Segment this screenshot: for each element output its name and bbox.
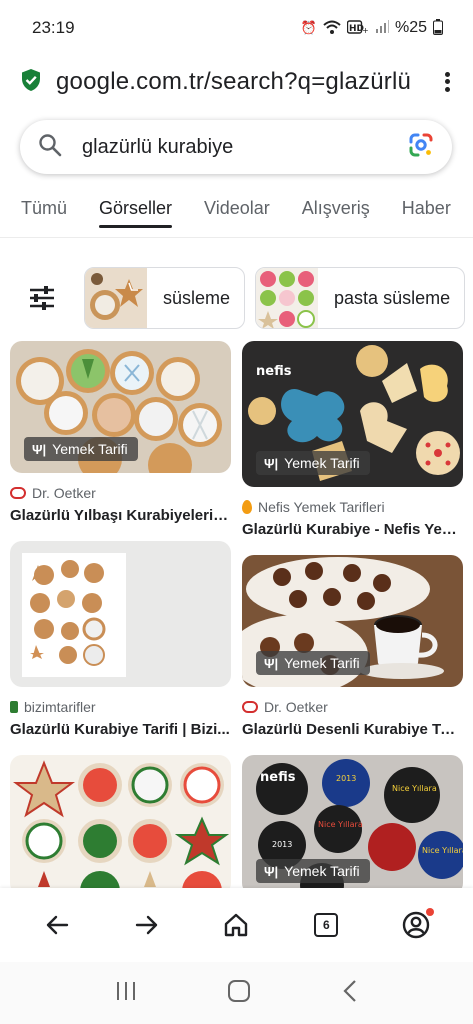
result-image[interactable]: Ψ| Yemek Tarifi	[242, 555, 463, 687]
source-name: Dr. Oetker	[32, 485, 96, 501]
nefis-watermark: nefis	[260, 770, 296, 785]
fork-knife-icon: Ψ|	[32, 441, 47, 457]
source-name: Nefis Yemek Tarifleri	[258, 499, 385, 515]
chip-label: pasta süsleme	[334, 287, 451, 308]
tab-images[interactable]: Görseller	[99, 186, 173, 237]
dr-oetker-logo-icon	[10, 487, 26, 499]
cookie-text: Nice Yıllara	[318, 820, 363, 829]
back-arrow-icon[interactable]	[33, 901, 81, 949]
search-query[interactable]: glazürlü kurabiye	[82, 136, 408, 159]
badge-label: Yemek Tarifi	[284, 455, 360, 471]
fork-knife-icon: Ψ|	[264, 655, 279, 671]
cookie-text: 2013	[272, 840, 292, 849]
tab-all[interactable]: Tümü	[21, 186, 67, 237]
result-card[interactable]: Ψ| Yemek Tarifi Dr. Oetker Glazürlü Yılb…	[10, 341, 231, 524]
recent-apps-icon[interactable]	[115, 981, 137, 1006]
source-name: Dr. Oetker	[264, 699, 328, 715]
chip-label: süsleme	[163, 287, 231, 308]
badge-label: Yemek Tarifi	[52, 441, 128, 457]
result-card[interactable]: nefis Nice Yıllara Nice Yıllara Nice Yıl…	[242, 755, 463, 895]
alarm-icon: ⏰	[300, 20, 317, 35]
result-title[interactable]: Glazürlü Kurabiye Tarifi | Bizi...	[10, 721, 231, 738]
result-source: Dr. Oetker	[242, 699, 463, 715]
signal-icon	[375, 19, 389, 37]
browser-bottom-toolbar: 6	[0, 888, 473, 962]
status-bar: 23:19 ⏰ HD+2 %25	[0, 0, 473, 56]
result-card[interactable]: Ψ| Yemek Tarifi Dr. Oetker Glazürlü Dese…	[242, 555, 463, 738]
result-card[interactable]	[10, 755, 231, 895]
cookie-text: Nice Yıllara	[392, 784, 437, 793]
account-icon[interactable]	[392, 901, 440, 949]
result-title[interactable]: Glazürlü Kurabiye - Nefis Yem...	[242, 521, 463, 538]
source-name: bizimtarifler	[24, 699, 96, 715]
fork-knife-icon: Ψ|	[264, 863, 279, 879]
address-bar[interactable]: google.com.tr/search?q=glazürlü	[0, 56, 473, 108]
fork-knife-icon: Ψ|	[264, 455, 279, 471]
status-time: 23:19	[32, 18, 75, 37]
secure-shield-icon	[20, 68, 42, 97]
cookie-text: 2013	[336, 774, 356, 783]
nefis-logo-icon	[242, 500, 252, 514]
result-image[interactable]	[10, 541, 231, 687]
chip-thumb-image	[256, 268, 319, 328]
result-image[interactable]: Ψ| Yemek Tarifi	[10, 341, 231, 473]
search-input[interactable]: glazürlü kurabiye	[20, 120, 452, 174]
recipe-badge: Ψ| Yemek Tarifi	[256, 651, 370, 675]
result-title[interactable]: Glazürlü Yılbaşı Kurabiyeleri T...	[10, 507, 231, 524]
result-title[interactable]: Glazürlü Desenli Kurabiye Tar...	[242, 721, 463, 738]
recipe-badge: Ψ| Yemek Tarifi	[256, 451, 370, 475]
recipe-badge: Ψ| Yemek Tarifi	[256, 859, 370, 883]
chip-thumb-image	[85, 268, 147, 328]
system-home-icon[interactable]	[227, 979, 251, 1008]
chip-susleme[interactable]: süsleme	[84, 267, 246, 329]
result-image[interactable]	[10, 755, 231, 895]
status-icons: ⏰ HD+2 %25	[300, 18, 443, 38]
battery-icon	[433, 18, 443, 38]
nefis-watermark: nefis	[256, 364, 292, 379]
badge-label: Yemek Tarifi	[284, 655, 360, 671]
result-source: bizimtarifler	[10, 699, 231, 715]
recipe-badge: Ψ| Yemek Tarifi	[24, 437, 138, 461]
dr-oetker-logo-icon	[242, 701, 258, 713]
tab-news[interactable]: Haber	[402, 186, 451, 237]
result-source: Dr. Oetker	[10, 485, 231, 501]
refine-chips: süsleme pasta süsleme	[0, 266, 473, 330]
search-icon[interactable]	[38, 133, 62, 162]
result-card[interactable]: nefis Ψ| Yemek Tarifi Nefis Yemek Tarifl…	[242, 341, 463, 538]
svg-text:+2: +2	[362, 26, 369, 34]
system-back-icon[interactable]	[342, 979, 358, 1008]
google-lens-icon[interactable]	[408, 132, 434, 163]
more-menu-icon[interactable]	[435, 68, 459, 96]
wifi-icon	[323, 20, 341, 37]
battery-percent: %25	[394, 19, 427, 36]
badge-label: Yemek Tarifi	[284, 863, 360, 879]
search-tabs: Tümü Görseller Videolar Alışveriş Haber	[0, 186, 473, 238]
hd-voice-icon: HD+2	[346, 19, 374, 37]
result-source: Nefis Yemek Tarifleri	[242, 499, 463, 515]
result-image[interactable]: nefis Nice Yıllara Nice Yıllara Nice Yıl…	[242, 755, 463, 895]
tab-switcher-button[interactable]: 6	[302, 901, 350, 949]
home-icon[interactable]	[212, 901, 260, 949]
tab-shopping[interactable]: Alışveriş	[302, 186, 370, 237]
tab-videos[interactable]: Videolar	[204, 186, 270, 237]
notification-dot	[426, 908, 435, 916]
system-navigation-bar	[0, 962, 473, 1024]
result-card[interactable]: bizimtarifler Glazürlü Kurabiye Tarifi |…	[10, 541, 231, 738]
cookie-text: Nice Yıllara	[422, 846, 463, 855]
forward-arrow-icon[interactable]	[123, 901, 171, 949]
result-image[interactable]: nefis Ψ| Yemek Tarifi	[242, 341, 463, 487]
bizimtarifler-logo-icon	[10, 701, 18, 713]
tab-count: 6	[314, 913, 339, 937]
chip-pasta-susleme[interactable]: pasta süsleme	[255, 267, 466, 329]
url-text[interactable]: google.com.tr/search?q=glazürlü	[56, 68, 435, 96]
filter-sliders-icon[interactable]	[20, 276, 64, 320]
